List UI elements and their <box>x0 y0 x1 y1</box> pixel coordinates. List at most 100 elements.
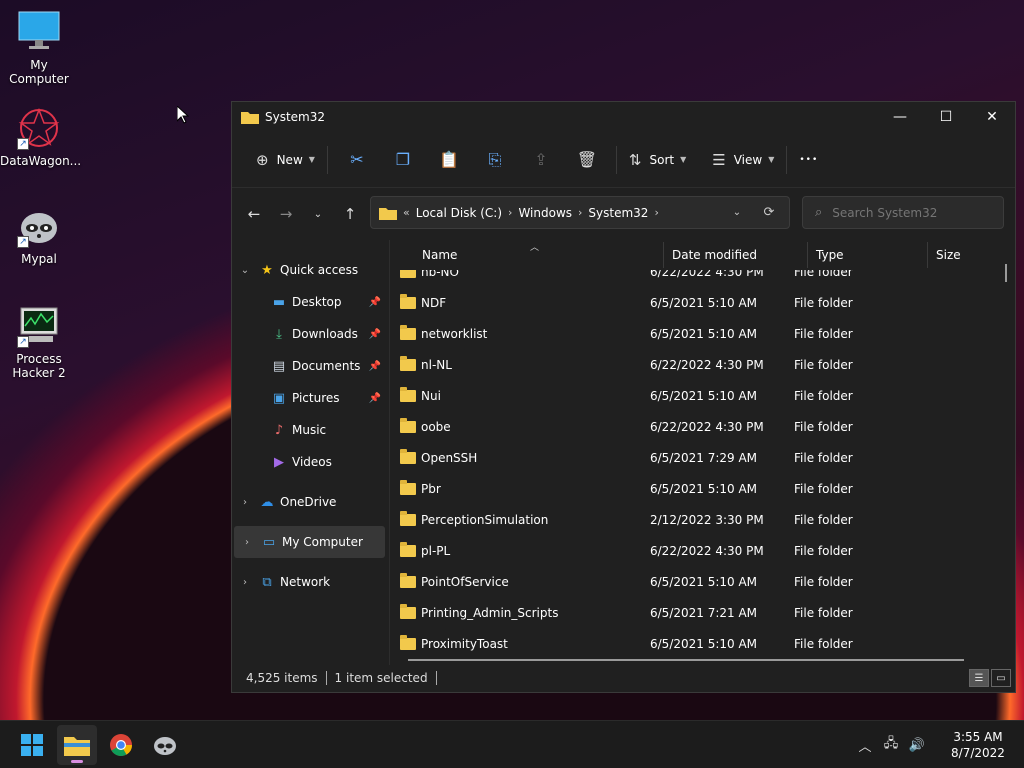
taskbar-chrome[interactable] <box>101 725 141 765</box>
view-button[interactable]: ☰ View ▼ <box>706 144 780 176</box>
tiles-view-button[interactable]: ▭ <box>991 669 1011 687</box>
nav-documents[interactable]: ▤ Documents 📌 <box>232 350 389 382</box>
raccoon-icon: ↗ <box>17 204 61 248</box>
pin-icon[interactable]: 📌 <box>369 361 381 372</box>
column-label: Date modified <box>672 248 758 262</box>
file-row[interactable]: oobe 6/22/2022 4:30 PM File folder <box>400 411 990 442</box>
up-button[interactable]: ↑ <box>334 198 366 230</box>
file-date: 6/5/2021 5:10 AM <box>650 326 758 341</box>
chevron-right-icon[interactable]: › <box>578 206 582 219</box>
new-button[interactable]: ⊕ New ▼ <box>250 144 321 176</box>
process-hacker-icon: ↗ <box>17 304 61 348</box>
folder-icon <box>400 417 416 433</box>
nav-onedrive[interactable]: › ☁ OneDrive <box>232 486 389 518</box>
search-input[interactable] <box>832 205 983 220</box>
nav-pictures[interactable]: ▣ Pictures 📌 <box>232 382 389 414</box>
nav-downloads[interactable]: ⤓ Downloads 📌 <box>232 318 389 350</box>
file-row[interactable]: Printing_Admin_Scripts 6/5/2021 7:21 AM Fi… <box>400 597 990 628</box>
file-row[interactable]: NDF 6/5/2021 5:10 AM File folder <box>400 287 990 318</box>
back-button[interactable]: ← <box>238 198 270 230</box>
forward-button[interactable]: → <box>270 198 302 230</box>
clipboard-icon: 📋 <box>438 150 459 169</box>
file-row[interactable]: OpenSSH 6/5/2021 7:29 AM File folder <box>400 442 990 473</box>
copy-button[interactable]: ❐ <box>380 144 426 176</box>
pin-icon[interactable]: 📌 <box>369 297 381 308</box>
file-row[interactable]: Pbr 6/5/2021 5:10 AM File folder <box>400 473 990 504</box>
volume-icon[interactable]: 🔊 <box>904 738 930 753</box>
pin-icon[interactable]: 📌 <box>369 393 381 404</box>
desktop-icon-label: Process Hacker 2 <box>12 352 66 380</box>
chevron-right-icon[interactable]: › <box>508 206 512 219</box>
nav-music[interactable]: ♪ Music <box>232 414 389 446</box>
file-row[interactable]: networklist 6/5/2021 5:10 AM File folder <box>400 318 990 349</box>
desktop-icon-label: DataWagon... <box>0 154 82 168</box>
separator <box>325 671 327 685</box>
share-icon: ⇪ <box>534 150 548 169</box>
title-bar[interactable]: System32 — ☐ ✕ <box>232 102 1015 132</box>
close-button[interactable]: ✕ <box>969 102 1015 132</box>
breadcrumb-local-disk[interactable]: Local Disk (C:) <box>416 206 502 220</box>
details-view-button[interactable]: ☰ <box>969 669 989 687</box>
search-box[interactable]: ⌕ <box>802 196 1004 229</box>
overflow-crumbs[interactable]: « <box>403 206 410 219</box>
minimize-button[interactable]: — <box>877 102 923 132</box>
sort-button[interactable]: ⇅ Sort ▼ <box>623 144 692 176</box>
chevron-down-icon: ▼ <box>680 155 687 164</box>
delete-button[interactable]: 🗑 <box>564 144 610 176</box>
pin-icon[interactable]: 📌 <box>369 329 381 340</box>
taskbar-file-explorer[interactable] <box>57 725 97 765</box>
file-type: File folder <box>794 481 853 496</box>
new-label: New <box>276 152 303 167</box>
folder-icon <box>400 479 416 495</box>
nav-my-computer[interactable]: › ▭ My Computer <box>234 526 385 558</box>
address-dropdown-icon[interactable]: ⌄ <box>721 207 753 218</box>
recent-locations-button[interactable]: ⌄ <box>302 198 334 230</box>
chevron-right-icon[interactable]: › <box>654 206 658 219</box>
file-name: Printing_Admin_Scripts <box>421 605 559 620</box>
file-name-cell: oobe <box>400 417 650 434</box>
file-row[interactable]: pl-PL 6/22/2022 4:30 PM File folder <box>400 535 990 566</box>
breadcrumb-windows[interactable]: Windows <box>518 206 572 220</box>
mouse-cursor-icon <box>177 106 189 124</box>
taskbar-mypal[interactable] <box>145 725 185 765</box>
desktop-icon-mypal[interactable]: ↗ Mypal <box>0 204 78 266</box>
rename-button[interactable]: ⎘ <box>472 144 518 176</box>
vertical-scrollbar[interactable] <box>1005 264 1007 282</box>
desktop-icon-datawagon[interactable]: ↗ DataWagon... <box>0 106 82 168</box>
file-row[interactable]: Nui 6/5/2021 5:10 AM File folder <box>400 380 990 411</box>
horizontal-scrollbar[interactable] <box>408 659 964 661</box>
column-header-size[interactable]: Size <box>928 242 1002 268</box>
breadcrumb-system32[interactable]: System32 <box>588 206 648 220</box>
more-options-button[interactable]: ••• <box>793 144 824 176</box>
cut-button[interactable]: ✂ <box>334 144 380 176</box>
file-row[interactable]: PointOfService 6/5/2021 5:10 AM File folde… <box>400 566 990 597</box>
start-button[interactable] <box>12 725 52 765</box>
chevron-right-icon[interactable]: › <box>232 577 258 588</box>
navigation-row: ← → ⌄ ↑ « Local Disk (C:) › Windows › Sy… <box>232 188 1015 240</box>
column-header-date[interactable]: Date modified <box>664 242 808 268</box>
chevron-down-icon[interactable]: ⌄ <box>232 265 258 276</box>
refresh-icon[interactable]: ⟳ <box>753 205 785 220</box>
show-hidden-icons-button[interactable]: ︿ <box>852 736 878 755</box>
nav-desktop[interactable]: ▬ Desktop 📌 <box>232 286 389 318</box>
chevron-right-icon[interactable]: › <box>234 537 260 548</box>
clock[interactable]: 3:55 AM 8/7/2022 <box>938 729 1018 761</box>
nav-network[interactable]: › ⧉ Network <box>232 566 389 598</box>
desktop-icon-process-hacker[interactable]: ↗ Process Hacker 2 <box>0 304 78 380</box>
file-row[interactable]: ProximityToast 6/5/2021 5:10 AM File folde… <box>400 628 990 659</box>
address-bar[interactable]: « Local Disk (C:) › Windows › System32 ›… <box>370 196 790 229</box>
rename-icon: ⎘ <box>488 149 502 169</box>
share-button[interactable]: ⇪ <box>518 144 564 176</box>
nav-label: Quick access <box>280 263 359 277</box>
column-header-name[interactable]: ︿ Name <box>390 242 664 268</box>
nav-videos[interactable]: ▶ Videos <box>232 446 389 478</box>
maximize-button[interactable]: ☐ <box>923 102 969 132</box>
desktop-icon-my-computer[interactable]: My Computer <box>0 10 78 86</box>
chevron-right-icon[interactable]: › <box>232 497 258 508</box>
column-header-type[interactable]: Type <box>808 242 928 268</box>
network-status-icon[interactable]: 🖧 <box>878 734 904 756</box>
nav-quick-access[interactable]: ⌄ ★ Quick access <box>232 254 389 286</box>
file-row[interactable]: nl-NL 6/22/2022 4:30 PM File folder <box>400 349 990 380</box>
paste-button[interactable]: 📋 <box>426 144 472 176</box>
file-row[interactable]: PerceptionSimulation 2/12/2022 3:30 PM Fil… <box>400 504 990 535</box>
